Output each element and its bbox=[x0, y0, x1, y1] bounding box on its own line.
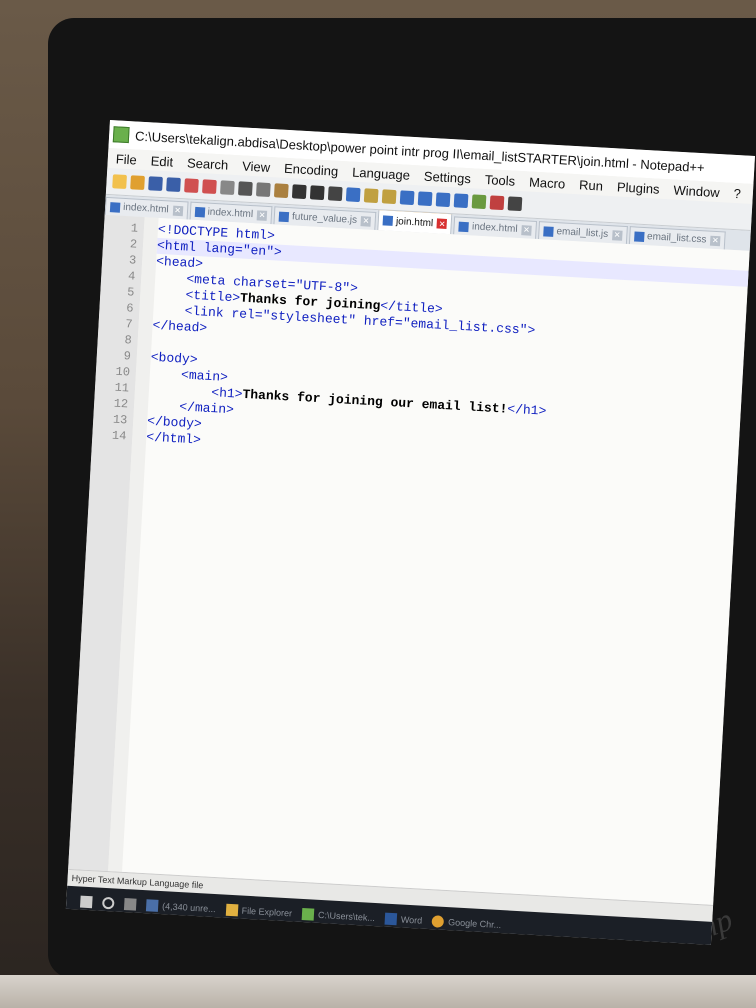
record-macro-icon[interactable] bbox=[471, 194, 487, 210]
new-file-icon[interactable] bbox=[112, 174, 127, 190]
taskbar-item-file-explorer[interactable]: File Explorer bbox=[225, 903, 292, 920]
taskbar-item-word[interactable]: Word bbox=[384, 912, 423, 927]
editor-area[interactable]: 1 2 3 4 5 6 7 8 9 10 11 12 13 14 <!DOCTYPE html> <html… bbox=[68, 214, 750, 905]
word-icon bbox=[384, 912, 398, 926]
laptop-base bbox=[0, 975, 756, 1008]
file-icon bbox=[633, 230, 645, 242]
open-file-icon[interactable] bbox=[130, 175, 145, 191]
menu-plugins[interactable]: Plugins bbox=[617, 179, 660, 196]
close-icon[interactable] bbox=[184, 178, 199, 194]
cortana-button[interactable] bbox=[101, 896, 115, 910]
menu-encoding[interactable]: Encoding bbox=[284, 160, 339, 178]
tab-close-icon[interactable]: ✕ bbox=[256, 209, 268, 221]
file-icon bbox=[458, 221, 470, 232]
close-all-icon[interactable] bbox=[202, 179, 217, 195]
edge-icon bbox=[145, 899, 159, 912]
task-view-icon bbox=[123, 898, 137, 911]
cut-icon[interactable] bbox=[237, 181, 253, 197]
tab-close-icon[interactable]: ✕ bbox=[436, 218, 448, 229]
play-macro-icon[interactable] bbox=[507, 196, 523, 212]
tab-close-icon[interactable]: ✕ bbox=[611, 229, 623, 241]
menu-file[interactable]: File bbox=[115, 151, 137, 167]
tab-close-icon[interactable]: ✕ bbox=[172, 205, 183, 216]
file-icon bbox=[382, 215, 394, 226]
copy-icon[interactable] bbox=[255, 182, 271, 198]
screen: C:\Users\tekalign.abdisa\Desktop\power p… bbox=[65, 120, 755, 945]
replace-icon[interactable] bbox=[345, 187, 361, 203]
menu-tools[interactable]: Tools bbox=[484, 172, 515, 189]
menu-window[interactable]: Window bbox=[673, 182, 720, 200]
redo-icon[interactable] bbox=[309, 185, 325, 201]
zoom-out-icon[interactable] bbox=[381, 189, 397, 205]
menu-search[interactable]: Search bbox=[187, 155, 229, 172]
save-all-icon[interactable] bbox=[166, 177, 181, 193]
taskbar-item-mail[interactable]: (4,340 unre... bbox=[145, 899, 216, 915]
menu-macro[interactable]: Macro bbox=[529, 174, 566, 191]
task-view-button[interactable] bbox=[123, 898, 137, 911]
find-icon[interactable] bbox=[327, 186, 343, 202]
tab-close-icon[interactable]: ✕ bbox=[521, 224, 532, 236]
sync-scroll-icon[interactable] bbox=[399, 190, 415, 206]
print-icon[interactable] bbox=[220, 180, 235, 196]
notepad-plus-plus-icon bbox=[112, 126, 130, 144]
menu-view[interactable]: View bbox=[242, 158, 271, 175]
menu-settings[interactable]: Settings bbox=[424, 168, 472, 186]
undo-icon[interactable] bbox=[291, 184, 307, 200]
notepad-icon bbox=[301, 907, 315, 921]
taskbar-item-chrome[interactable]: Google Chr... bbox=[431, 915, 502, 931]
paste-icon[interactable] bbox=[273, 183, 289, 199]
word-wrap-icon[interactable] bbox=[417, 191, 433, 207]
start-button[interactable] bbox=[79, 895, 93, 909]
stop-macro-icon[interactable] bbox=[489, 195, 505, 211]
folder-icon bbox=[225, 903, 238, 917]
line-number: 14 bbox=[111, 428, 127, 444]
file-icon bbox=[194, 206, 205, 217]
taskbar-item-notepad[interactable]: C:\Users\tek... bbox=[301, 907, 376, 924]
show-all-chars-icon[interactable] bbox=[435, 192, 451, 208]
tab-close-icon[interactable]: ✕ bbox=[360, 215, 372, 227]
chrome-icon bbox=[431, 915, 445, 928]
file-icon bbox=[109, 201, 121, 213]
windows-logo-icon bbox=[79, 895, 93, 909]
indent-guide-icon[interactable] bbox=[453, 193, 469, 209]
search-circle-icon bbox=[101, 896, 115, 910]
menu-run[interactable]: Run bbox=[579, 177, 604, 193]
save-icon[interactable] bbox=[148, 176, 163, 192]
menu-edit[interactable]: Edit bbox=[150, 153, 173, 169]
zoom-in-icon[interactable] bbox=[363, 188, 379, 204]
menu-help[interactable]: ? bbox=[733, 185, 741, 200]
tab-close-icon[interactable]: ✕ bbox=[710, 235, 721, 246]
file-icon bbox=[543, 225, 554, 237]
code-text-area[interactable]: <!DOCTYPE html> <html lang="en"> <head> <m… bbox=[122, 217, 750, 905]
file-icon bbox=[278, 211, 290, 222]
menu-language[interactable]: Language bbox=[352, 164, 411, 182]
